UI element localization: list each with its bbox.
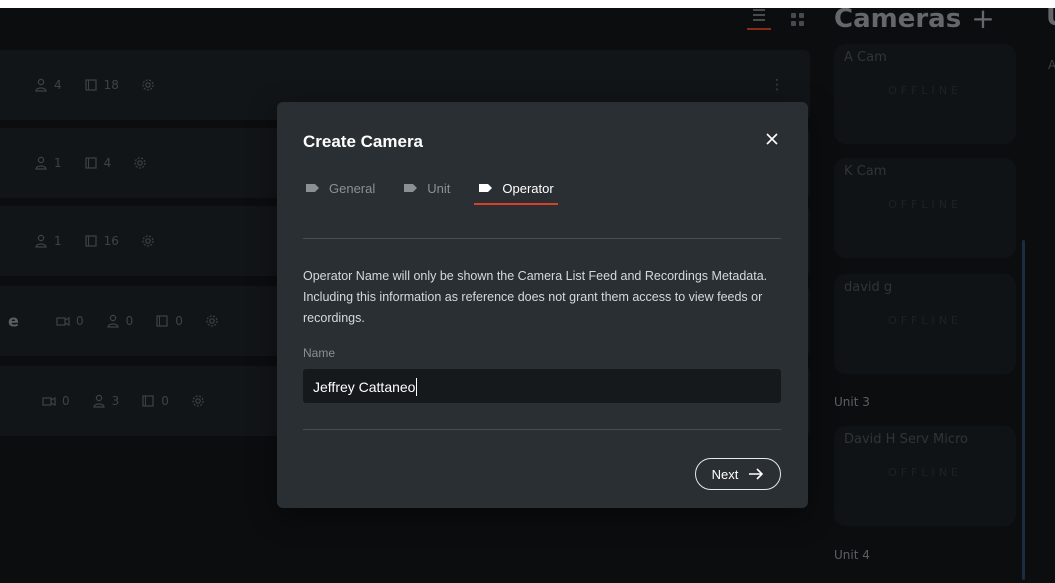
tab-label: General — [329, 180, 376, 196]
name-field-label: Name — [303, 346, 336, 360]
next-label: Next — [711, 466, 739, 482]
tag-icon — [404, 184, 418, 192]
divider — [303, 429, 781, 430]
operator-description: Operator Name will only be shown the Cam… — [303, 269, 768, 325]
tag-icon — [479, 184, 493, 192]
tab-unit[interactable]: Unit — [403, 177, 450, 199]
tag-icon — [306, 184, 319, 192]
close-icon — [766, 133, 778, 145]
tab-general[interactable]: General — [305, 177, 375, 199]
tab-label: Operator — [502, 180, 554, 196]
tab-operator[interactable]: Operator — [474, 177, 559, 205]
operator-name-value-wrap: Jeffrey Cattaneo — [313, 378, 418, 396]
tab-label: Unit — [427, 180, 451, 196]
arrow-right-icon — [749, 468, 764, 480]
dialog-title: Create Camera — [303, 132, 424, 151]
app-window: 4 18 ⋮ 1 4 1 16 e 0 0 0 0 3 0 Cameras + … — [0, 8, 1055, 583]
text-caret — [416, 378, 418, 396]
dialog-tabs: General Unit Operator — [305, 177, 559, 205]
operator-name-value: Jeffrey Cattaneo — [313, 379, 416, 395]
next-button[interactable]: Next — [695, 458, 781, 490]
close-button[interactable] — [761, 128, 783, 150]
divider — [303, 238, 781, 239]
create-camera-dialog: Create Camera General Unit Operator Oper… — [277, 102, 808, 508]
